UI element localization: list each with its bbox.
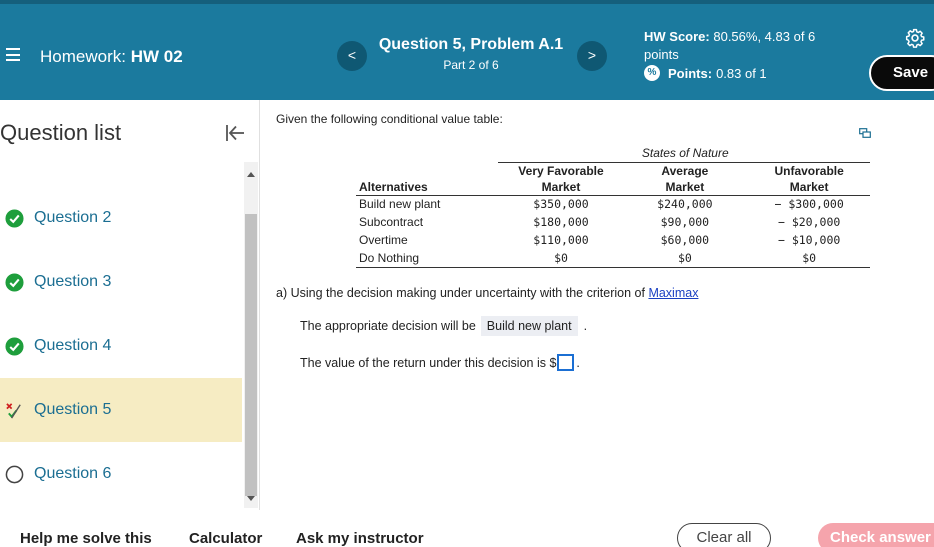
scroll-up-arrow-icon[interactable] [247,172,255,177]
sidebar-scroll-thumb[interactable] [245,214,257,496]
homework-label: Homework: [40,47,126,66]
collapse-sidebar-icon[interactable] [224,122,246,144]
homework-name: HW 02 [130,47,183,66]
part-a-question: a) Using the decision making under uncer… [276,286,698,300]
question-list-item-3[interactable]: Question 3 [0,250,242,314]
question-list-item-2[interactable]: Question 2 [0,186,242,250]
alternatives-header: Alternatives [356,162,498,196]
question-list-item-4[interactable]: Question 4 [0,314,242,378]
points-display: % Points: 0.83 of 1 [644,65,767,81]
points-label: Points: [668,65,713,81]
points-value: 0.83 of 1 [716,65,767,81]
table-cell: $180,000 [533,215,589,229]
partial-credit-icon [6,402,21,418]
next-question-button[interactable]: > [577,41,607,71]
homework-title: Homework: HW 02 [40,47,183,67]
gear-icon[interactable] [905,28,925,48]
table-cell: − $20,000 [777,215,841,229]
states-of-nature-label: States of Nature [497,144,870,163]
question-list-item-5[interactable]: Question 5 [0,378,242,442]
question-list-label: Question 2 [34,209,112,226]
check-circle-icon [5,272,24,292]
part-a-text: a) Using the decision making under uncer… [276,286,645,300]
partial-credit-icon: % [644,65,660,81]
table-cell: Do Nothing [356,249,498,268]
clear-all-button[interactable]: Clear all [677,523,771,547]
question-part: Part 2 of 6 [443,58,499,72]
table-row: Build new plant $350,000 $240,000 − $300… [356,195,870,213]
hw-score-unit: points [644,47,679,62]
unfavorable-header: Unfavorable Market [745,162,870,196]
table-cell: $90,000 [660,215,710,229]
average-header: Average Market [621,162,746,196]
top-header: Homework: HW 02 < Question 5, Problem A.… [0,0,934,100]
chevron-left-icon: < [347,47,357,63]
table-row: Overtime $110,000 $60,000 − $10,000 [356,231,870,249]
hamburger-menu-icon[interactable] [6,48,20,61]
empty-circle-icon [5,465,24,483]
scroll-down-arrow-icon[interactable] [247,496,255,501]
question-list-sidebar: Question list Question 2 Question 3 Ques… [0,100,260,510]
question-list-label: Question 4 [34,337,112,354]
question-intro: Given the following conditional value ta… [276,112,503,126]
hw-score: HW Score: 80.56%, 4.83 of 6 points [644,28,854,64]
expand-table-icon[interactable] [859,128,871,138]
question-title: Question 5, Problem A.1 [378,36,564,53]
table-cell: Subcontract [359,215,424,229]
table-cell: − $10,000 [777,233,841,247]
question-list-label: Question 5 [34,401,112,418]
table-cell: $0 [497,249,622,268]
decision-answer-select[interactable]: Build new plant [480,316,578,336]
ask-instructor-button[interactable]: Ask my instructor [296,530,424,547]
question-list-item-6[interactable]: Question 6 [0,442,242,506]
table-cell: $60,000 [660,233,710,247]
question-list-label: Question 3 [34,273,112,290]
previous-question-button[interactable]: < [337,41,367,71]
return-suffix: . [576,355,580,370]
conditional-value-table: States of Nature Alternatives Very Favor… [356,144,870,268]
decision-prefix: The appropriate decision will be [300,319,476,333]
table-cell: $350,000 [533,197,589,212]
table-cell: Build new plant [359,197,441,212]
table-row: Subcontract $180,000 $90,000 − $20,000 [356,213,870,231]
very-favorable-header: Very Favorable Market [497,162,622,196]
maximax-link[interactable]: Maximax [648,286,698,300]
hw-score-label: HW Score: [644,29,710,44]
question-list-title: Question list [0,120,122,145]
decision-suffix: . [583,319,588,333]
check-circle-icon [5,336,24,356]
check-answer-button[interactable]: Check answer [818,523,934,547]
app-root: Homework: HW 02 < Question 5, Problem A.… [0,0,934,547]
question-list-label: Question 6 [34,465,112,482]
decision-line: The appropriate decision will be Build n… [300,316,587,336]
help-me-solve-button[interactable]: Help me solve this [20,530,152,547]
chevron-right-icon: > [587,47,597,63]
table-cell: $240,000 [657,197,713,212]
table-cell: Overtime [359,233,408,247]
return-prefix: The value of the return under this decis… [300,355,557,370]
table-cell: $110,000 [533,233,589,247]
return-line: The value of the return under this decis… [300,354,580,371]
table-cell: − $300,000 [774,197,844,212]
question-content: Given the following conditional value ta… [262,100,934,510]
return-value-input[interactable] [557,354,575,371]
check-circle-icon [5,208,24,228]
table-cell: $0 [621,249,746,268]
hw-score-value: 80.56%, 4.83 of 6 [713,29,816,44]
calculator-button[interactable]: Calculator [189,530,262,547]
save-button[interactable]: Save [869,55,934,91]
table-row: Do Nothing $0 $0 $0 [356,249,870,268]
table-cell: $0 [745,249,870,268]
bottom-toolbar: Help me solve this Calculator Ask my ins… [0,510,934,547]
